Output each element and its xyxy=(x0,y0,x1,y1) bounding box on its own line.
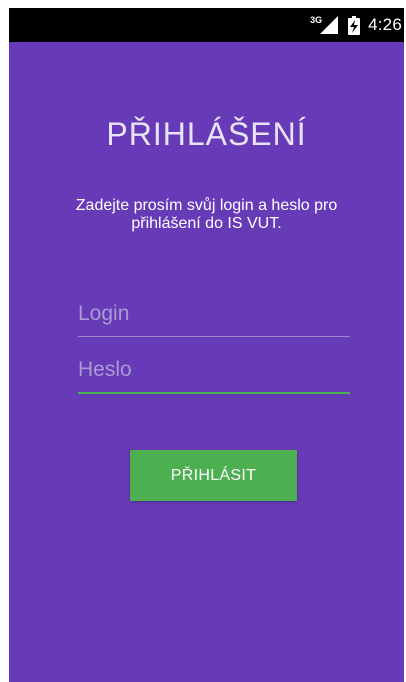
page-title: PŘIHLÁŠENÍ xyxy=(106,116,307,152)
login-field[interactable] xyxy=(78,294,350,337)
battery-charging-icon xyxy=(348,15,361,35)
cellular-signal-icon: 3G xyxy=(310,14,339,36)
login-button[interactable]: PŘIHLÁSIT xyxy=(130,450,297,501)
login-input[interactable] xyxy=(78,294,350,334)
password-input[interactable] xyxy=(78,350,350,390)
password-field[interactable] xyxy=(78,350,350,394)
login-instructions: Zadejte prosím svůj login a heslo pro př… xyxy=(75,197,338,232)
login-screen: 3G 4:26 PŘIHLÁŠENÍ Zadejte prosím svůj l… xyxy=(9,8,404,682)
status-bar: 3G 4:26 xyxy=(9,8,404,42)
status-time: 4:26 xyxy=(368,15,402,34)
